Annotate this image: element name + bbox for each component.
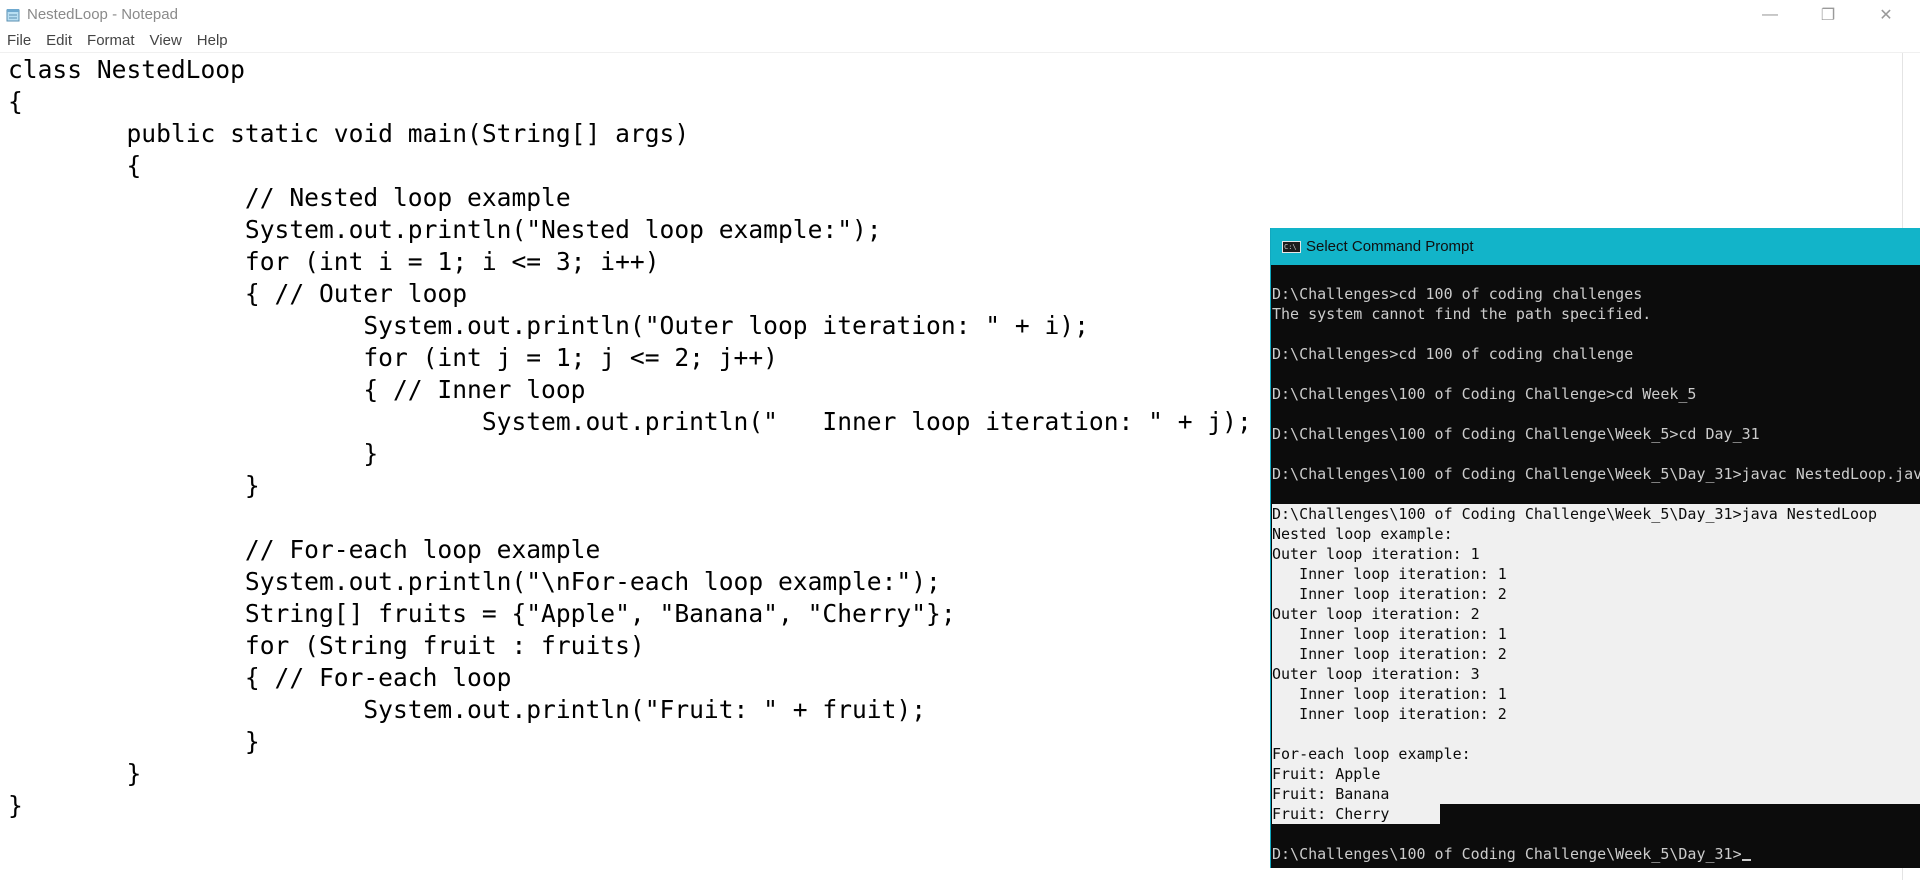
console-line: Outer loop iteration: 2: [1272, 604, 1920, 624]
menu-bar: File Edit Format View Help: [0, 30, 1920, 53]
console-line: D:\Challenges\100 of Coding Challenge>cd…: [1272, 385, 1697, 403]
console-line: Inner loop iteration: 1: [1272, 624, 1920, 644]
console-line: D:\Challenges>cd 100 of coding challenge: [1272, 345, 1634, 363]
console-line: Fruit: Cherry: [1272, 804, 1440, 824]
console-line: Nested loop example:: [1272, 524, 1920, 544]
console-line: D:\Challenges\100 of Coding Challenge\We…: [1272, 465, 1920, 483]
minimize-button[interactable]: —: [1741, 0, 1799, 30]
command-prompt-window[interactable]: C:\ Select Command Prompt D:\Challenges>…: [1270, 228, 1920, 868]
close-icon: ✕: [1879, 7, 1893, 24]
code-content[interactable]: class NestedLoop { public static void ma…: [8, 54, 1252, 822]
console-line: [1272, 724, 1920, 744]
console-line: Inner loop iteration: 1: [1272, 564, 1920, 584]
console-line: For-each loop example:: [1272, 744, 1920, 764]
console-line: Outer loop iteration: 3: [1272, 664, 1920, 684]
notepad-titlebar[interactable]: NestedLoop - Notepad — ❐ ✕: [0, 0, 1920, 30]
menu-view[interactable]: View: [143, 30, 190, 52]
maximize-icon: ❐: [1820, 7, 1836, 24]
menu-format[interactable]: Format: [80, 30, 143, 52]
console-line: Inner loop iteration: 2: [1272, 704, 1920, 724]
console-line: Outer loop iteration: 1: [1272, 544, 1920, 564]
cmd-window-title: Select Command Prompt: [1306, 238, 1474, 255]
close-button[interactable]: ✕: [1857, 0, 1915, 30]
console-line: D:\Challenges\100 of Coding Challenge\We…: [1272, 844, 1920, 864]
menu-file[interactable]: File: [0, 30, 39, 52]
console-line: The system cannot find the path specifie…: [1272, 305, 1652, 323]
console-line: Inner loop iteration: 1: [1272, 684, 1920, 704]
window-title: NestedLoop - Notepad: [27, 6, 178, 23]
console-line: Fruit: Banana: [1272, 784, 1920, 804]
notepad-app-icon: [6, 9, 20, 22]
console-line: Fruit: Apple: [1272, 764, 1920, 784]
console-line: D:\Challenges\100 of Coding Challenge\We…: [1272, 504, 1920, 524]
console-output[interactable]: D:\Challenges>cd 100 of coding challenge…: [1271, 265, 1920, 868]
console-line: Inner loop iteration: 2: [1272, 584, 1920, 604]
cmd-app-icon: C:\: [1282, 241, 1301, 253]
cmd-titlebar[interactable]: C:\ Select Command Prompt: [1271, 228, 1920, 265]
console-line: Inner loop iteration: 2: [1272, 644, 1920, 664]
minimize-icon: —: [1762, 6, 1778, 23]
text-cursor: [1741, 859, 1751, 861]
console-line: D:\Challenges>cd 100 of coding challenge…: [1272, 285, 1643, 303]
menu-help[interactable]: Help: [190, 30, 236, 52]
console-lines: D:\Challenges>cd 100 of coding challenge…: [1272, 284, 1920, 864]
menu-edit[interactable]: Edit: [39, 30, 80, 52]
maximize-button[interactable]: ❐: [1799, 0, 1857, 30]
console-line: D:\Challenges\100 of Coding Challenge\We…: [1272, 425, 1760, 443]
